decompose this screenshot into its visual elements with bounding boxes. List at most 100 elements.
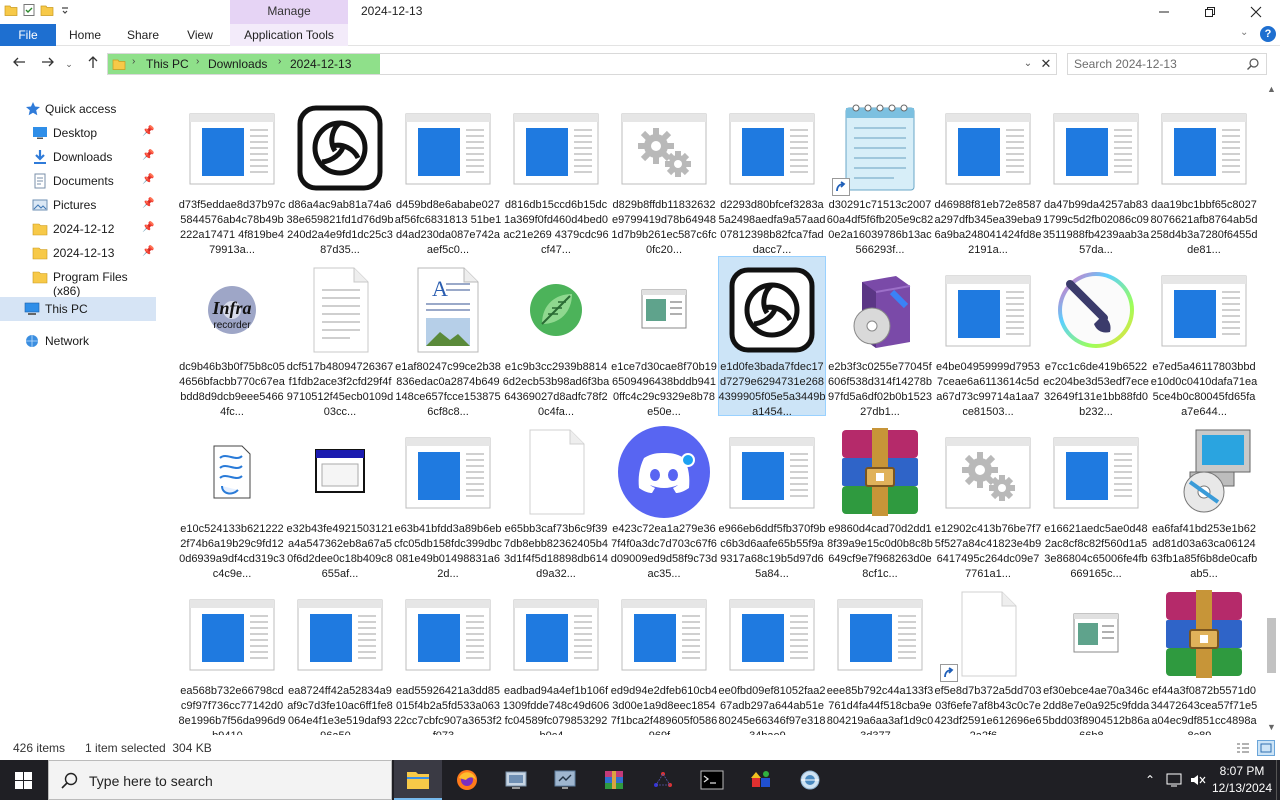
file-item[interactable]: d2293d80bfcef3283a5a2498aedfa9a57aad0781… <box>718 94 826 256</box>
clear-address-icon[interactable]: ✕ <box>1037 53 1055 75</box>
tab-application-tools[interactable]: Application Tools <box>230 24 348 46</box>
file-item[interactable]: daa19bc1bbf65c80278076621afb8764ab5d258d… <box>1150 94 1258 256</box>
taskbar-app-nodes[interactable] <box>639 760 687 800</box>
expand-ribbon-icon[interactable]: ⌄ <box>1240 27 1252 41</box>
file-item[interactable]: ee0fbd09ef81052faa267adb297a644ab51e8024… <box>718 580 826 735</box>
file-item[interactable]: e2b3f3c0255e77045f606f538d314f14278b97fd… <box>826 256 934 418</box>
close-button[interactable] <box>1233 0 1279 24</box>
taskbar-search-box[interactable]: Type here to search <box>48 760 392 800</box>
taskbar-app-network[interactable] <box>492 760 540 800</box>
file-item[interactable]: d816db15ccd6b15dc1a369f0fd460d4bed0ac21e… <box>502 94 610 256</box>
address-bar[interactable]: › This PC › Downloads › 2024-12-13 <box>107 53 1057 75</box>
new-folder-icon[interactable] <box>40 3 54 17</box>
file-item[interactable]: e7cc1c6de419b6522ec204be3d53edf7ece32649… <box>1042 256 1150 418</box>
file-item[interactable]: d73f5eddae8d37b97c5844576ab4c78b49b222a1… <box>178 94 286 256</box>
file-item[interactable]: ef30ebce4ae70a346c2dd8e7e0a925c9fdda5bdd… <box>1042 580 1150 735</box>
file-item[interactable]: e12902c413b76be7f75f527a84c41823e4b96417… <box>934 418 1042 580</box>
file-item[interactable]: e7ed5a46117803bbde10d0c0410dafa71ea5ce4b… <box>1150 256 1258 418</box>
tab-file[interactable]: File <box>0 24 56 46</box>
start-button[interactable] <box>0 760 48 800</box>
file-item[interactable]: ef5e8d7b372a5dd70303f6efe7af8b43c0c7e423… <box>934 580 1042 735</box>
tab-view[interactable]: View <box>180 24 220 46</box>
nav-folder-2024-12-13[interactable]: 2024-12-13 📌 <box>0 241 156 265</box>
svg-text:A: A <box>432 276 448 301</box>
scroll-up-icon[interactable]: ▲ <box>1267 84 1276 94</box>
file-item[interactable]: e63b41bfdd3a89b6ebcfc05db158fdc399dbc081… <box>394 418 502 580</box>
nav-network[interactable]: Network <box>0 329 156 353</box>
network-status-icon[interactable] <box>1165 771 1183 789</box>
file-item[interactable]: d86a4ac9ab81a74a638e659821fd1d76d9b240d2… <box>286 94 394 256</box>
file-item[interactable]: dcf517b48094726367f1fdb2ace3f2cfd29f4f97… <box>286 256 394 418</box>
scrollbar-thumb[interactable] <box>1267 618 1276 673</box>
show-hidden-icons[interactable]: ⌃ <box>1141 771 1159 789</box>
breadcrumb-this-pc[interactable]: This PC <box>146 57 189 71</box>
taskbar-firefox[interactable] <box>443 760 491 800</box>
file-item[interactable]: e423c72ea1a279e367f4f0a3dc7d703c67f6d090… <box>610 418 718 580</box>
tab-share[interactable]: Share <box>122 24 164 46</box>
file-item[interactable]: d46988f81eb72e8587a297dfb345ea39eba96a9b… <box>934 94 1042 256</box>
file-item[interactable]: eee85b792c44a133f3761d4fa44f518cba9e8042… <box>826 580 934 735</box>
file-item[interactable]: e10c524133b6212222f74b6a19b29c9fd120d693… <box>178 418 286 580</box>
nav-desktop[interactable]: Desktop 📌 <box>0 121 156 145</box>
file-item[interactable]: eadbad94a4ef1b106f1309fdde748c49d606fc04… <box>502 580 610 735</box>
minimize-button[interactable] <box>1141 0 1187 24</box>
customize-toolbar-icon[interactable] <box>58 3 72 17</box>
file-item[interactable]: e65bb3caf73b6c9f397db8ebb82362405b43d1f4… <box>502 418 610 580</box>
taskbar-app-shapes[interactable] <box>737 760 785 800</box>
breadcrumb-2024-12-13[interactable]: 2024-12-13 <box>290 57 351 71</box>
back-button[interactable] <box>10 55 28 73</box>
search-box[interactable] <box>1067 53 1267 75</box>
show-desktop-button[interactable] <box>1276 760 1280 800</box>
file-item[interactable]: ead55926421a3dd85015f4b2a5fd533a06322cc7… <box>394 580 502 735</box>
nav-downloads[interactable]: Downloads 📌 <box>0 145 156 169</box>
taskbar-app-winrar[interactable] <box>590 760 638 800</box>
file-item[interactable]: e1c9b3cc2939b88146d2ecb53b98ad6f3ba64369… <box>502 256 610 418</box>
recent-locations-button[interactable]: ⌄ <box>63 55 75 73</box>
file-item[interactable]: d30291c71513c200760a4df5f6fb205e9c820e2a… <box>826 94 934 256</box>
nav-this-pc[interactable]: This PC <box>0 297 156 321</box>
manage-tab[interactable]: Manage <box>230 0 348 24</box>
tab-home[interactable]: Home <box>62 24 108 46</box>
file-item[interactable]: d459bd8e6ababe027af56fc6831813 51be1d4ad… <box>394 94 502 256</box>
file-item[interactable]: e1ce7d30cae8f70b196509496438bddb9410ffc4… <box>610 256 718 418</box>
taskbar-terminal[interactable] <box>688 760 736 800</box>
volume-muted-icon[interactable] <box>1189 771 1207 789</box>
file-item[interactable]: ea6faf41bd253e1b62ad81d03a63ca0612463fb1… <box>1150 418 1258 580</box>
nav-documents[interactable]: Documents 📌 <box>0 169 156 193</box>
taskbar-file-explorer[interactable] <box>394 760 442 800</box>
file-item[interactable]: e966eb6ddf5fb370f9bc6b3d6aafe65b55f9a931… <box>718 418 826 580</box>
forward-button[interactable] <box>39 55 57 73</box>
file-item[interactable]: ea8724ff42a52834a9af9c7d3fe10ac6ff1fe806… <box>286 580 394 735</box>
file-item[interactable]: ea568b732e66798cdc9f97f736cc77142d08e199… <box>178 580 286 735</box>
file-item[interactable]: ed9d94e2dfeb610cb43d00e1a9d8eec18547f1bc… <box>610 580 718 735</box>
search-icon[interactable] <box>1246 57 1260 71</box>
file-item[interactable]: d829b8ffdb11832632e9799419d78b649481d7b9… <box>610 94 718 256</box>
system-clock[interactable]: 8:07 PM 12/13/2024 <box>1210 763 1274 797</box>
file-item[interactable]: e4be04959999d79537ceae6a6113614c5da67d73… <box>934 256 1042 418</box>
help-icon[interactable]: ? <box>1260 26 1276 42</box>
vertical-scrollbar[interactable]: ▲ ▼ <box>1263 82 1280 737</box>
file-item[interactable]: e16621aedc5ae0d482ac8cf8c82f560d1a53e868… <box>1042 418 1150 580</box>
nav-quick-access[interactable]: Quick access <box>0 97 156 121</box>
file-item[interactable]: Ae1af80247c99ce2b38836edac0a2874b649148c… <box>394 256 502 418</box>
file-item[interactable]: e32b43fe4921503121a4a547362eb8a67a50f6d2… <box>286 418 394 580</box>
file-item[interactable]: da47b99da4257ab831799c5d2fb02086c0935119… <box>1042 94 1150 256</box>
file-item[interactable]: ef44a3f0872b5571d034472643cea57f71e5a04e… <box>1150 580 1258 735</box>
taskbar-app-monitor[interactable] <box>541 760 589 800</box>
up-button[interactable] <box>84 55 102 73</box>
file-item[interactable]: Infra recorder dc9b46b3b0f75b8c054656bfacb… <box>178 256 286 418</box>
nav-pictures[interactable]: Pictures 📌 <box>0 193 156 217</box>
nav-program-files-x86[interactable]: Program Files (x86) <box>0 265 156 298</box>
large-icons-view-icon[interactable] <box>1257 740 1275 756</box>
taskbar-app-globe[interactable] <box>786 760 834 800</box>
scroll-down-icon[interactable]: ▼ <box>1267 722 1276 732</box>
file-item[interactable]: e1d0fe3bada7fdec17d7279e6294731e26843999… <box>718 256 826 418</box>
details-view-icon[interactable] <box>1235 740 1251 756</box>
search-input[interactable] <box>1074 56 1244 72</box>
nav-folder-2024-12-12[interactable]: 2024-12-12 📌 <box>0 217 156 241</box>
file-item[interactable]: e9860d4cad70d2dd18f39a9e15c0d0b8c8b649cf… <box>826 418 934 580</box>
address-dropdown-icon[interactable]: ⌄ <box>1021 53 1035 75</box>
properties-icon[interactable] <box>22 3 36 17</box>
breadcrumb-downloads[interactable]: Downloads <box>208 57 267 71</box>
restore-button[interactable] <box>1187 0 1233 24</box>
